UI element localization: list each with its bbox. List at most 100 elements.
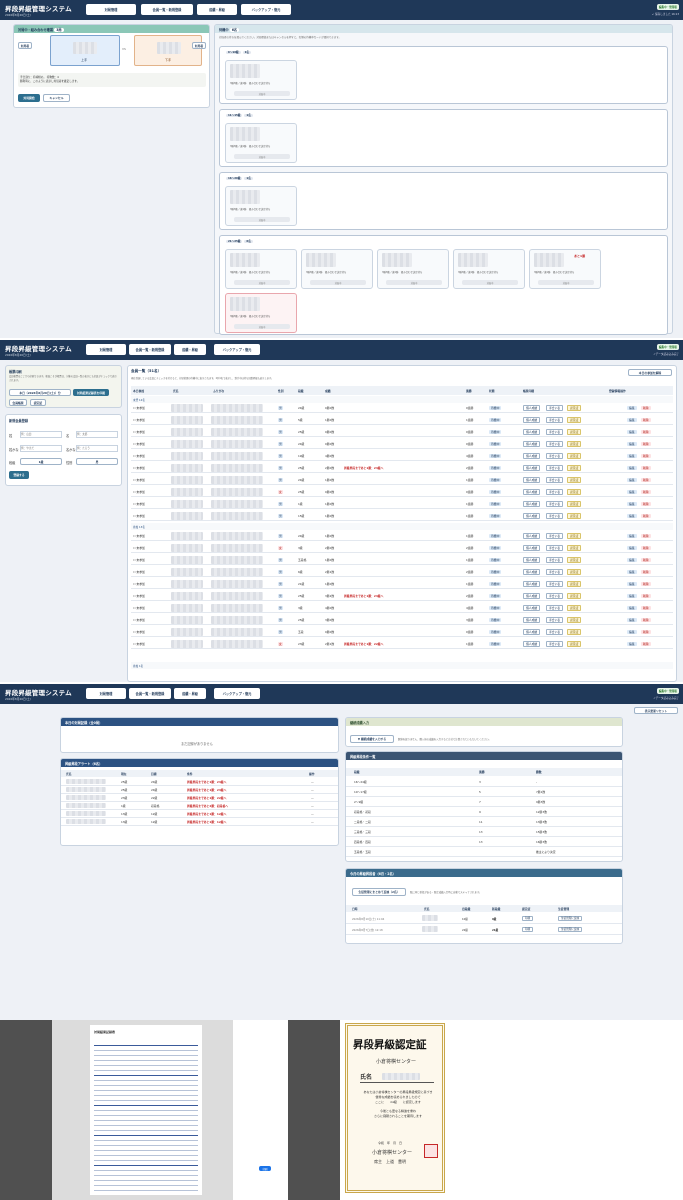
edit-button[interactable]: 編集 — [627, 618, 637, 622]
delete-button[interactable]: 削除 — [641, 534, 651, 538]
tab-backup[interactable]: バックアップ・復元 — [214, 344, 260, 355]
handicap-button[interactable]: 手合い表 — [546, 641, 564, 647]
join-checkbox[interactable]: ☐ 未参加 — [133, 502, 145, 506]
handicap-button[interactable]: 手合い表 — [546, 605, 564, 611]
reflect-all-button[interactable]: 生徒管理にまとめて反映（2名） — [352, 888, 406, 896]
delete-button[interactable]: 削除 — [641, 558, 651, 562]
personal-record-button[interactable]: 個人成績 — [523, 629, 541, 635]
cert-row-button[interactable]: 認定証 — [567, 629, 582, 635]
unjoin-today-button[interactable]: 本日の参加を解除 — [628, 369, 672, 376]
handicap-button[interactable]: 手合い表 — [546, 629, 564, 635]
card-status-button[interactable]: 対局中 — [234, 154, 290, 159]
handicap-button[interactable]: 手合い表 — [546, 617, 564, 623]
handicap-button[interactable]: 手合い表 — [546, 453, 564, 459]
cert-row-button[interactable]: 認定証 — [567, 617, 582, 623]
cert-row-button[interactable]: 認定証 — [567, 453, 582, 459]
cert-row-button[interactable]: 認定証 — [567, 557, 582, 563]
handicap-button[interactable]: 手合い表 — [546, 557, 564, 563]
side-button-b[interactable]: 対局者 — [192, 42, 206, 49]
personal-record-button[interactable]: 個人成績 — [523, 593, 541, 599]
cert-row-button[interactable]: 認定証 — [567, 477, 582, 483]
personal-record-button[interactable]: 個人成績 — [523, 533, 541, 539]
delete-button[interactable]: 削除 — [641, 618, 651, 622]
edit-button[interactable]: 編集 — [627, 418, 637, 422]
edit-button[interactable]: 編集 — [627, 558, 637, 562]
join-checkbox[interactable]: ☐ 未参加 — [133, 582, 145, 586]
edit-button[interactable]: 編集 — [627, 466, 637, 470]
join-checkbox[interactable]: ☐ 未参加 — [133, 418, 145, 422]
print-record-button[interactable]: 対局結果記録表を印刷 — [73, 389, 109, 396]
tab-members[interactable]: 会員一覧・新規登録 — [129, 344, 171, 355]
edit-button[interactable]: 編集 — [627, 630, 637, 634]
cert-row-button[interactable]: 認定証 — [567, 429, 582, 435]
personal-record-button[interactable]: 個人成績 — [523, 429, 541, 435]
handicap-button[interactable]: 手合い表 — [546, 417, 564, 423]
edit-button[interactable]: 編集 — [627, 594, 637, 598]
join-checkbox[interactable]: ☐ 未参加 — [133, 594, 145, 598]
tab-battle[interactable]: 対局管理 — [86, 344, 126, 355]
join-checkbox[interactable]: ☐ 未参加 — [133, 514, 145, 518]
handicap-button[interactable]: 手合い表 — [546, 581, 564, 587]
edit-button[interactable]: 編集 — [627, 406, 637, 410]
join-checkbox[interactable]: ☐ 未参加 — [133, 406, 145, 410]
delete-button[interactable]: 削除 — [641, 478, 651, 482]
handicap-button[interactable]: 手合い表 — [546, 429, 564, 435]
tab-members[interactable]: 会員一覧・新規登録 — [129, 688, 171, 699]
player-card[interactable]: 3勝3敗 / 連1勝 組み合わせ決定待ち 対局中 — [225, 293, 297, 333]
handicap-button[interactable]: 手合い表 — [546, 465, 564, 471]
date-select[interactable]: 本日（2026年8月26日(土)）分 — [9, 389, 71, 396]
cert-row-button[interactable]: 認定証 — [567, 581, 582, 587]
personal-record-button[interactable]: 個人成績 — [523, 557, 541, 563]
edit-button[interactable]: 編集 — [627, 570, 637, 574]
player-b-card[interactable]: 下手 — [134, 35, 202, 66]
card-status-button[interactable]: 対局中 — [386, 280, 442, 285]
personal-record-button[interactable]: 個人成績 — [523, 465, 541, 471]
side-button[interactable]: 対局者 — [18, 42, 32, 49]
last-name-input[interactable] — [20, 431, 62, 438]
edit-button[interactable]: 編集 — [627, 502, 637, 506]
monthly-cert-button[interactable]: 印刷 — [522, 916, 534, 921]
handicap-button[interactable]: 手合い表 — [546, 533, 564, 539]
delete-button[interactable]: 削除 — [641, 430, 651, 434]
personal-record-button[interactable]: 個人成績 — [523, 581, 541, 587]
card-status-button[interactable]: 対局中 — [310, 280, 366, 285]
handicap-button[interactable]: 手合い表 — [546, 593, 564, 599]
first-kana-input[interactable] — [76, 445, 118, 452]
monthly-reflect-button[interactable]: 生徒管理に反映 — [558, 916, 583, 921]
edit-button[interactable]: 編集 — [627, 454, 637, 458]
join-checkbox[interactable]: ☐ 未参加 — [133, 546, 145, 550]
join-checkbox[interactable]: ☐ 未参加 — [133, 430, 145, 434]
join-checkbox[interactable]: ☐ 未参加 — [133, 490, 145, 494]
delete-button[interactable]: 削除 — [641, 606, 651, 610]
handicap-button[interactable]: 手合い表 — [546, 405, 564, 411]
cert-button[interactable]: 認定証 — [30, 399, 46, 406]
personal-record-button[interactable]: 個人成績 — [523, 605, 541, 611]
personal-record-button[interactable]: 個人成績 — [523, 453, 541, 459]
edit-button[interactable]: 編集 — [627, 546, 637, 550]
personal-record-button[interactable]: 個人成績 — [523, 569, 541, 575]
edit-button[interactable]: 編集 — [627, 582, 637, 586]
personal-record-button[interactable]: 個人成績 — [523, 441, 541, 447]
first-name-input[interactable] — [76, 431, 118, 438]
delete-button[interactable]: 削除 — [641, 582, 651, 586]
sex-select[interactable]: 男 — [76, 458, 118, 465]
delete-button[interactable]: 削除 — [641, 442, 651, 446]
cert-row-button[interactable]: 認定証 — [567, 417, 582, 423]
last-kana-input[interactable] — [20, 445, 62, 452]
personal-record-button[interactable]: 個人成績 — [523, 617, 541, 623]
handicap-button[interactable]: 手合い表 — [546, 513, 564, 519]
tab-backup[interactable]: バックアップ・復元 — [241, 4, 291, 15]
monthly-reflect-button[interactable]: 生徒管理に反映 — [558, 927, 583, 932]
rank-select[interactable]: 1級 — [20, 458, 62, 465]
edit-button[interactable]: 編集 — [627, 478, 637, 482]
player-card[interactable]: 3勝3敗 / 連1勝 組み合わせ決定待ち 対局中 — [225, 123, 297, 163]
personal-record-button[interactable]: 個人成績 — [523, 641, 541, 647]
join-checkbox[interactable]: ☐ 未参加 — [133, 570, 145, 574]
tab-members[interactable]: 会員一覧・新規登録 — [141, 4, 193, 15]
join-checkbox[interactable]: ☐ 未参加 — [133, 442, 145, 446]
tab-battle[interactable]: 対局管理 — [86, 4, 136, 15]
join-checkbox[interactable]: ☐ 未参加 — [133, 630, 145, 634]
delete-button[interactable]: 削除 — [641, 594, 651, 598]
delete-button[interactable]: 削除 — [641, 630, 651, 634]
card-status-button[interactable]: 対局中 — [234, 91, 290, 96]
